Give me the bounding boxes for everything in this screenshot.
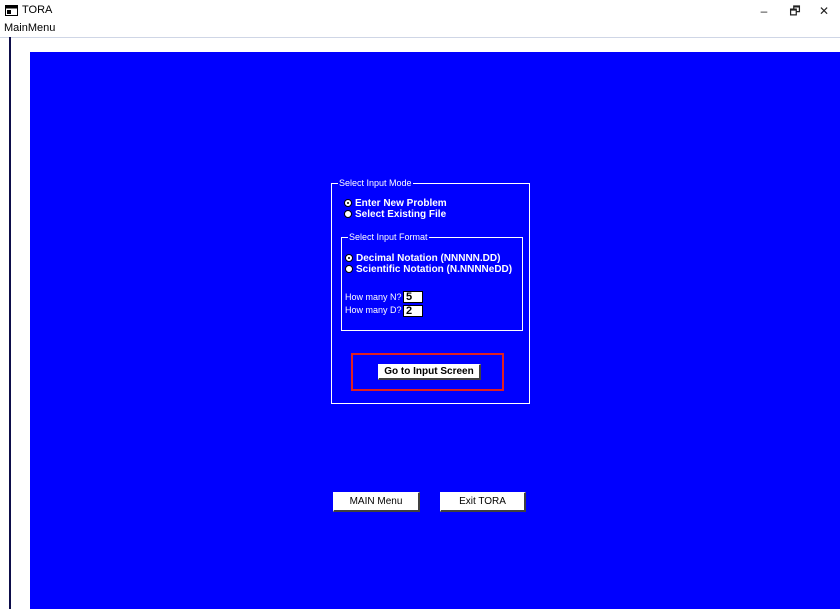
title-bar: TORA – 🗗 ✕ (0, 0, 840, 22)
radio-scientific-notation[interactable] (345, 265, 353, 273)
radio-row-select-existing[interactable]: Select Existing File (344, 209, 446, 220)
menu-main-menu[interactable]: MainMenu (4, 22, 55, 34)
main-menu-button[interactable]: MAIN Menu (333, 492, 420, 512)
how-many-n-label: How many N? (345, 292, 402, 302)
close-button[interactable]: ✕ (808, 0, 840, 22)
radio-label-enter-new: Enter New Problem (355, 198, 447, 209)
input-mode-group-title: Select Input Mode (338, 177, 413, 189)
how-many-n-input[interactable]: 5 (403, 291, 423, 303)
input-format-group-title: Select Input Format (348, 231, 429, 243)
how-many-d-input[interactable]: 2 (403, 305, 423, 317)
radio-enter-new-problem[interactable] (344, 199, 352, 207)
menu-bar: MainMenu (0, 22, 840, 38)
radio-decimal-notation[interactable] (345, 254, 353, 262)
window-frame-top (11, 38, 840, 52)
radio-row-decimal[interactable]: Decimal Notation (NNNNN.DD) (345, 253, 500, 264)
app-icon (5, 5, 18, 16)
exit-tora-button[interactable]: Exit TORA (440, 492, 526, 512)
window-frame-left (9, 37, 11, 609)
radio-label-decimal: Decimal Notation (NNNNN.DD) (356, 253, 501, 264)
how-many-d-label: How many D? (345, 305, 402, 315)
input-format-group: Select Input Format Decimal Notation (NN… (341, 231, 523, 331)
radio-row-enter-new[interactable]: Enter New Problem (344, 198, 447, 209)
radio-row-scientific[interactable]: Scientific Notation (N.NNNNeDD) (345, 264, 512, 275)
radio-label-scientific: Scientific Notation (N.NNNNeDD) (356, 264, 513, 275)
minimize-button[interactable]: – (748, 0, 780, 22)
restore-button[interactable]: 🗗 (779, 0, 811, 22)
window-title: TORA (22, 4, 53, 16)
go-to-input-screen-button[interactable]: Go to Input Screen (378, 364, 481, 380)
radio-label-select-existing: Select Existing File (355, 209, 447, 220)
input-mode-group: Select Input Mode Enter New Problem Sele… (331, 177, 530, 404)
radio-select-existing-file[interactable] (344, 210, 352, 218)
main-canvas: Select Input Mode Enter New Problem Sele… (30, 52, 840, 609)
